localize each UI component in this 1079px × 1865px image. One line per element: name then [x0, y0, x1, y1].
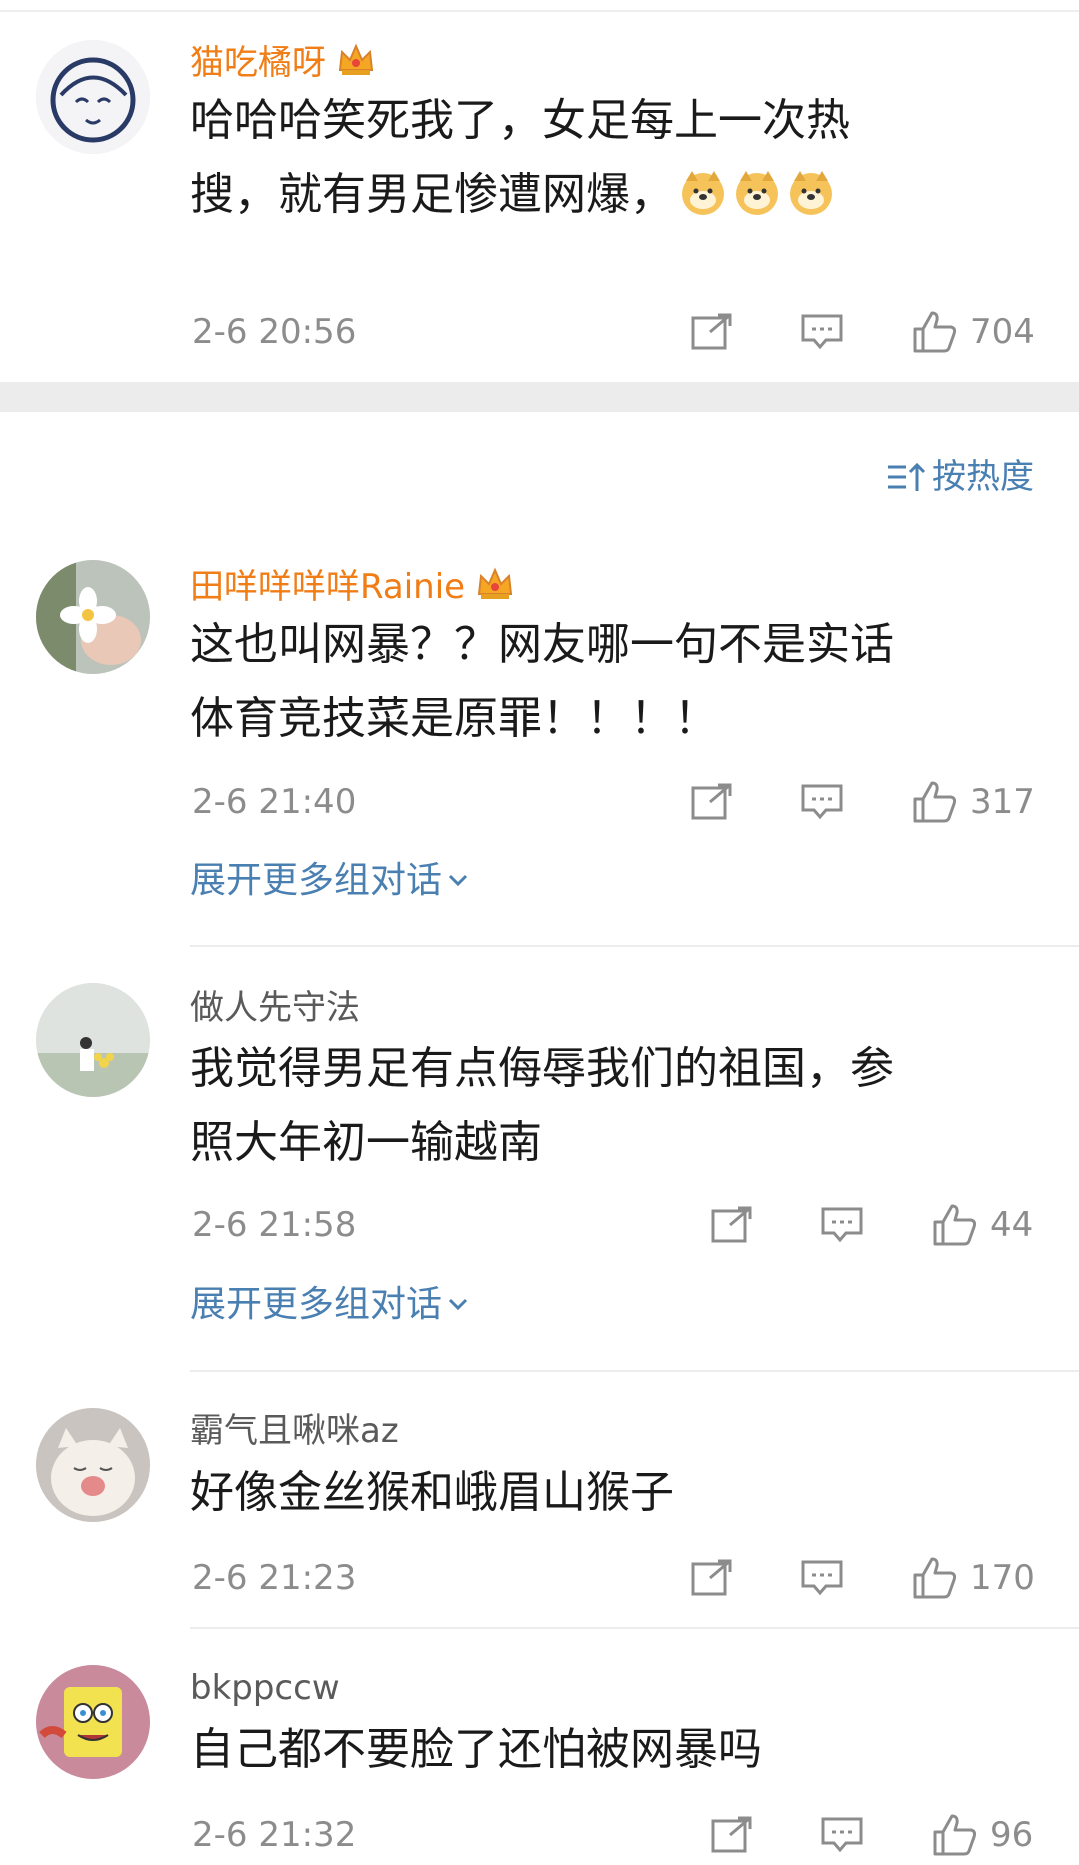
- username[interactable]: 田咩咩咩咩Rainie: [190, 564, 515, 607]
- share-icon[interactable]: [690, 782, 734, 822]
- comment-icon[interactable]: [820, 1815, 864, 1855]
- comment-icon[interactable]: [800, 1558, 844, 1598]
- timestamp: 2-6 21:58: [192, 1205, 357, 1245]
- share-icon[interactable]: [690, 1558, 734, 1598]
- like-count: 44: [990, 1205, 1034, 1245]
- doge-emoji-icon: [790, 171, 832, 215]
- comment-text: 自己都不要脸了还怕被网暴吗: [190, 1724, 762, 1775]
- comment-meta: 2-6 21:58 44: [190, 1200, 1050, 1250]
- comment-icon[interactable]: [800, 312, 844, 352]
- crown-icon: [338, 43, 374, 75]
- avatar[interactable]: [36, 560, 150, 674]
- comment-text: 哈哈哈笑死我了，女足每上一次热 搜，就有男足惨遭网爆，: [190, 95, 850, 220]
- like-count: 704: [970, 312, 1035, 352]
- comment-meta: 2-6 21:32 96: [190, 1810, 1050, 1860]
- share-icon[interactable]: [690, 312, 734, 352]
- like-button[interactable]: 317: [912, 777, 1035, 827]
- username[interactable]: 猫吃橘呀: [190, 40, 376, 83]
- comment-meta: 2-6 20:56 704: [190, 307, 1050, 357]
- comment-divider: [190, 1370, 1079, 1372]
- expand-conversation-link[interactable]: 展开更多组对话: [190, 1280, 470, 1330]
- username[interactable]: bkppccw: [190, 1668, 340, 1708]
- comment-text: 我觉得男足有点侮辱我们的祖国，参 照大年初一输越南: [190, 1043, 894, 1168]
- comment-divider: [190, 945, 1079, 947]
- share-icon[interactable]: [710, 1205, 754, 1245]
- doge-emoji-icon: [682, 171, 724, 215]
- top-divider: [0, 10, 1079, 12]
- doge-emoji-icon: [736, 171, 778, 215]
- like-count: 170: [970, 1558, 1035, 1598]
- comment-divider: [190, 1627, 1079, 1629]
- avatar[interactable]: [36, 1408, 150, 1522]
- chevron-down-icon: [448, 874, 468, 887]
- comment-meta: 2-6 21:40 317: [190, 777, 1050, 827]
- sort-label: 按热度: [932, 457, 1034, 497]
- comment-text: 好像金丝猴和峨眉山猴子: [190, 1467, 674, 1518]
- expand-conversation-link[interactable]: 展开更多组对话: [190, 856, 470, 906]
- timestamp: 2-6 20:56: [192, 312, 357, 352]
- like-button[interactable]: 704: [912, 307, 1035, 357]
- thumbs-up-icon: [933, 1814, 977, 1856]
- username[interactable]: 霸气且啾咪az: [190, 1411, 399, 1451]
- comment-icon[interactable]: [820, 1205, 864, 1245]
- timestamp: 2-6 21:32: [192, 1815, 357, 1855]
- like-count: 317: [970, 782, 1035, 822]
- avatar[interactable]: [36, 40, 150, 154]
- section-gap: [0, 382, 1079, 412]
- like-button[interactable]: 96: [932, 1810, 1033, 1860]
- sort-toggle[interactable]: 按热度: [886, 452, 1034, 502]
- share-icon[interactable]: [710, 1815, 754, 1855]
- avatar[interactable]: [36, 1665, 150, 1779]
- timestamp: 2-6 21:40: [192, 782, 357, 822]
- comment-meta: 2-6 21:23 170: [190, 1553, 1050, 1603]
- thumbs-up-icon: [933, 1204, 977, 1246]
- like-button[interactable]: 170: [912, 1553, 1035, 1603]
- like-button[interactable]: 44: [932, 1200, 1033, 1250]
- sort-icon: [888, 462, 926, 491]
- avatar[interactable]: [36, 983, 150, 1097]
- thumbs-up-icon: [913, 311, 957, 353]
- timestamp: 2-6 21:23: [192, 1558, 357, 1598]
- thumbs-up-icon: [913, 781, 957, 823]
- chevron-down-icon: [448, 1298, 468, 1311]
- username[interactable]: 做人先守法: [190, 988, 360, 1028]
- thumbs-up-icon: [913, 1557, 957, 1599]
- crown-icon: [477, 567, 513, 599]
- comment-text: 这也叫网暴？？网友哪一句不是实话 体育竞技菜是原罪！！！！: [190, 619, 894, 744]
- comment-icon[interactable]: [800, 782, 844, 822]
- like-count: 96: [990, 1815, 1034, 1855]
